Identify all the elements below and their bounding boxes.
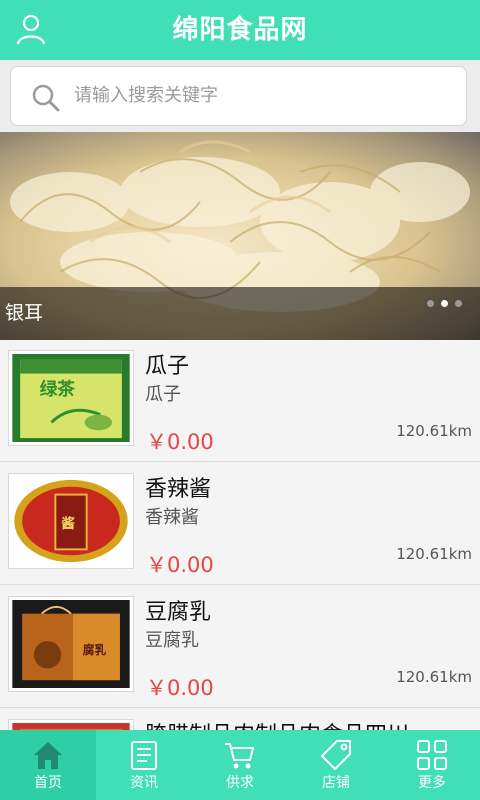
tab-supply[interactable]: 供求 <box>192 730 288 800</box>
product-price: ￥0.00 <box>146 553 214 577</box>
product-subtitle: 豆腐乳 <box>145 630 199 651</box>
product-name: 腌腊制品肉制品肉食品四川 <box>145 717 409 730</box>
product-image: 绿茶 <box>8 350 134 446</box>
product-image: 酱 <box>8 473 134 569</box>
product-name: 豆腐乳 <box>145 600 212 625</box>
carousel-indicator <box>427 300 462 307</box>
product-distance: 120.61km <box>396 668 472 686</box>
product-price: ￥0.00 <box>146 430 214 454</box>
list-item[interactable]: 绿茶 瓜子 瓜子 ￥0.00 120.61km <box>0 340 480 462</box>
product-image: 腐乳 <box>8 596 134 692</box>
tab-label: 首页 <box>34 775 62 791</box>
page-title: 绵阳食品网 <box>172 15 308 45</box>
search-input[interactable]: 请输入搜索关键字 <box>10 66 467 126</box>
tab-label: 资讯 <box>130 775 158 791</box>
tab-news[interactable]: 资讯 <box>96 730 192 800</box>
tab-label: 店铺 <box>322 775 350 791</box>
tab-label: 更多 <box>418 775 446 791</box>
product-distance: 120.61km <box>396 422 472 440</box>
carousel-dot-active[interactable] <box>441 300 448 307</box>
banner-caption: 银耳 <box>5 302 44 324</box>
home-icon <box>34 742 62 769</box>
list-item[interactable]: 腌腊制品肉制品肉食品四川 <box>0 709 480 730</box>
banner-carousel[interactable]: 银耳 <box>0 132 480 340</box>
grid-icon <box>417 740 447 770</box>
tab-shop[interactable]: 店铺 <box>288 730 384 800</box>
tag-icon <box>321 740 351 770</box>
tab-more[interactable]: 更多 <box>384 730 480 800</box>
app-header: 绵阳食品网 <box>0 0 480 60</box>
carousel-dot[interactable] <box>455 300 462 307</box>
tab-label: 供求 <box>226 775 254 791</box>
product-subtitle: 瓜子 <box>145 384 181 405</box>
product-list: 绿茶 瓜子 瓜子 ￥0.00 120.61km 酱 香辣酱 香辣酱 ￥0.00 … <box>0 340 480 730</box>
tab-home[interactable]: 首页 <box>0 730 96 800</box>
product-name: 香辣酱 <box>145 477 212 502</box>
svg-text:腐乳: 腐乳 <box>83 643 107 657</box>
carousel-dot[interactable] <box>427 300 434 307</box>
banner-caption-bar <box>0 287 480 340</box>
product-price: ￥0.00 <box>146 676 214 700</box>
search-icon <box>32 84 60 112</box>
product-image <box>8 719 134 730</box>
bottom-tab-bar: 首页 资讯 供求 店铺 更多 <box>0 730 480 800</box>
search-area: 请输入搜索关键字 <box>0 60 480 132</box>
cart-icon <box>225 743 254 769</box>
list-item[interactable]: 腐乳 豆腐乳 豆腐乳 ￥0.00 120.61km <box>0 586 480 708</box>
product-name: 瓜子 <box>145 354 190 379</box>
product-subtitle: 香辣酱 <box>145 507 199 528</box>
list-item[interactable]: 酱 香辣酱 香辣酱 ￥0.00 120.61km <box>0 463 480 585</box>
svg-text:酱: 酱 <box>61 515 75 532</box>
search-placeholder: 请输入搜索关键字 <box>74 85 218 106</box>
svg-text:绿茶: 绿茶 <box>40 379 76 400</box>
news-icon <box>131 741 157 770</box>
product-distance: 120.61km <box>396 545 472 563</box>
